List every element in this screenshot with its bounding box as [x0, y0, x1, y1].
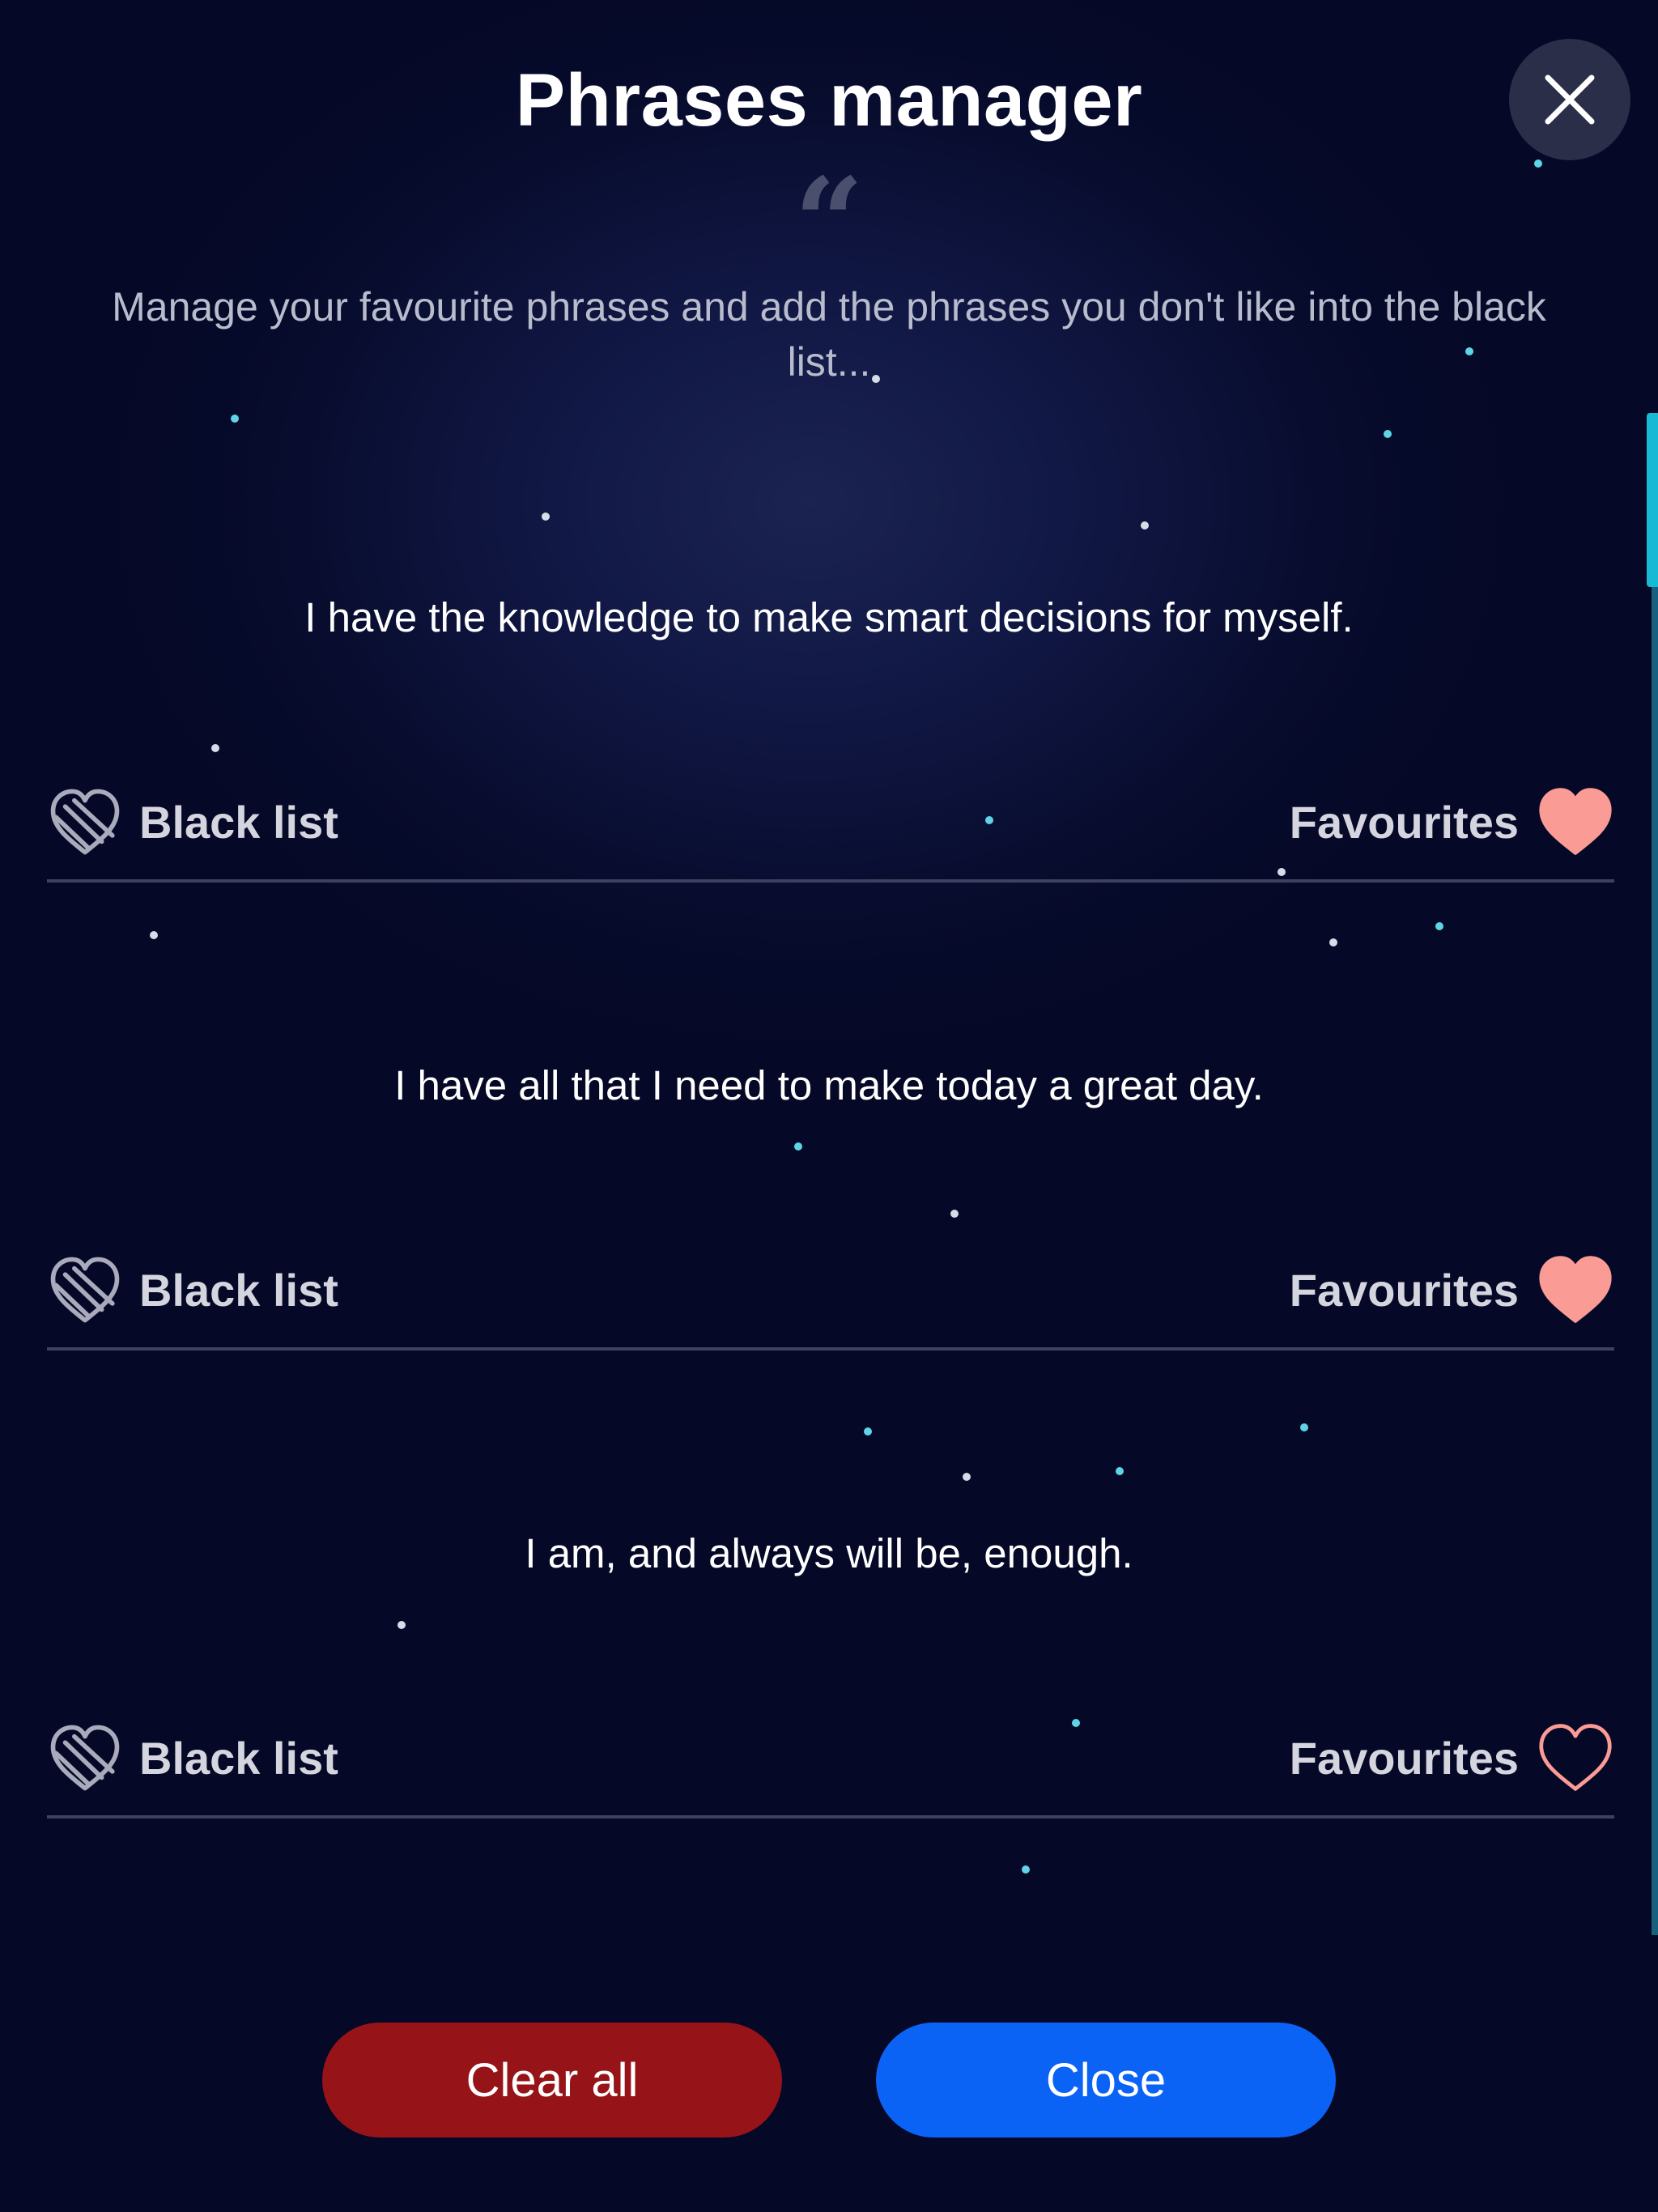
phrase-actions: Black list Favourites — [47, 1249, 1614, 1330]
favourites-label: Favourites — [1289, 796, 1519, 848]
page-subtitle: Manage your favourite phrases and add th… — [112, 284, 1546, 385]
phrase-text: I have the knowledge to make smart decis… — [304, 594, 1354, 640]
phrase-text: I am, and always will be, enough. — [525, 1530, 1133, 1576]
divider — [47, 1347, 1614, 1351]
close-dialog-button[interactable] — [1509, 39, 1630, 160]
blacklist-button[interactable]: Black list — [47, 781, 338, 862]
scrollbar-thumb[interactable] — [1647, 413, 1658, 587]
blacklist-label: Black list — [139, 1264, 338, 1316]
blacklist-label: Black list — [139, 796, 338, 848]
page-title: Phrases manager — [515, 59, 1143, 142]
heart-filled-icon — [1539, 788, 1612, 855]
favourites-label: Favourites — [1289, 1732, 1519, 1784]
heart-filled-icon — [1539, 1256, 1612, 1323]
blacklist-button[interactable]: Black list — [47, 1717, 338, 1798]
phrase-actions: Black list Favourites — [47, 1717, 1614, 1798]
divider — [47, 879, 1614, 883]
favourites-label: Favourites — [1289, 1264, 1519, 1316]
divider — [47, 1815, 1614, 1819]
favourites-button[interactable]: Favourites — [1290, 781, 1614, 862]
favourites-button[interactable]: Favourites — [1290, 1249, 1614, 1330]
phrase-text: I have all that I need to make today a g… — [394, 1062, 1264, 1108]
close-button[interactable]: Close — [876, 2023, 1336, 2138]
close-icon — [1545, 74, 1595, 125]
blacklist-label: Black list — [139, 1732, 338, 1784]
blacklist-button[interactable]: Black list — [47, 1249, 338, 1330]
quote-icon: “ — [793, 151, 865, 294]
heart-outline-icon — [1539, 1724, 1612, 1791]
broken-heart-icon — [50, 1257, 120, 1323]
clear-all-button[interactable]: Clear all — [322, 2023, 782, 2138]
broken-heart-icon — [50, 1725, 120, 1791]
scrollbar-track[interactable] — [1652, 413, 1658, 1935]
phrase-actions: Black list Favourites — [47, 781, 1614, 862]
broken-heart-icon — [50, 789, 120, 855]
favourites-button[interactable]: Favourites — [1290, 1717, 1614, 1798]
